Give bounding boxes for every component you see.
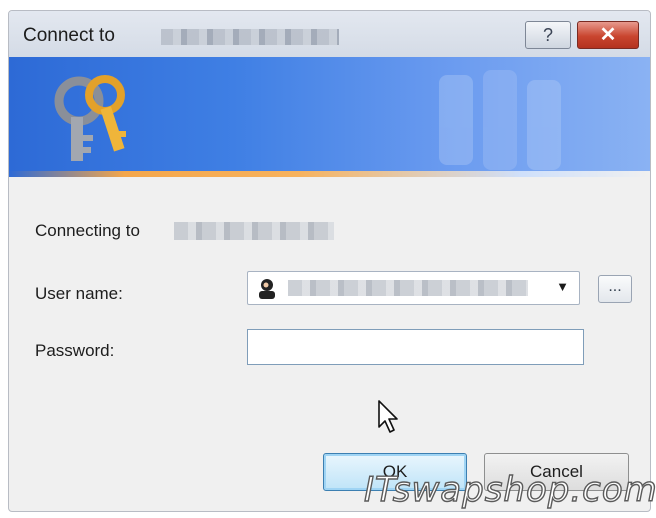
keys-icon xyxy=(54,75,126,161)
connecting-to-label: Connecting to xyxy=(35,221,140,240)
banner-glow xyxy=(9,171,650,177)
window-title: Connect to xyxy=(23,25,115,46)
background-keys-icon xyxy=(439,70,561,170)
password-label: Password: xyxy=(35,341,115,360)
user-icon xyxy=(259,279,275,299)
banner xyxy=(9,57,650,177)
username-combobox[interactable]: ▼ xyxy=(247,271,580,305)
connect-dialog: Connect to ? ✕ Connecting to User name: xyxy=(8,10,651,512)
browse-button[interactable]: ... xyxy=(598,275,632,303)
password-field[interactable] xyxy=(247,329,584,365)
redacted-connecting-target xyxy=(174,222,334,240)
username-label: User name: xyxy=(35,284,123,303)
redacted-username xyxy=(288,280,528,296)
redacted-server-name xyxy=(161,29,339,45)
help-button[interactable]: ? xyxy=(525,21,571,49)
chevron-down-icon[interactable]: ▼ xyxy=(556,279,569,294)
mouse-pointer-icon xyxy=(378,400,398,433)
watermark: ITswapshop.com xyxy=(363,469,656,510)
close-button[interactable]: ✕ xyxy=(577,21,639,49)
title-bar: Connect to ? ✕ xyxy=(9,11,650,57)
